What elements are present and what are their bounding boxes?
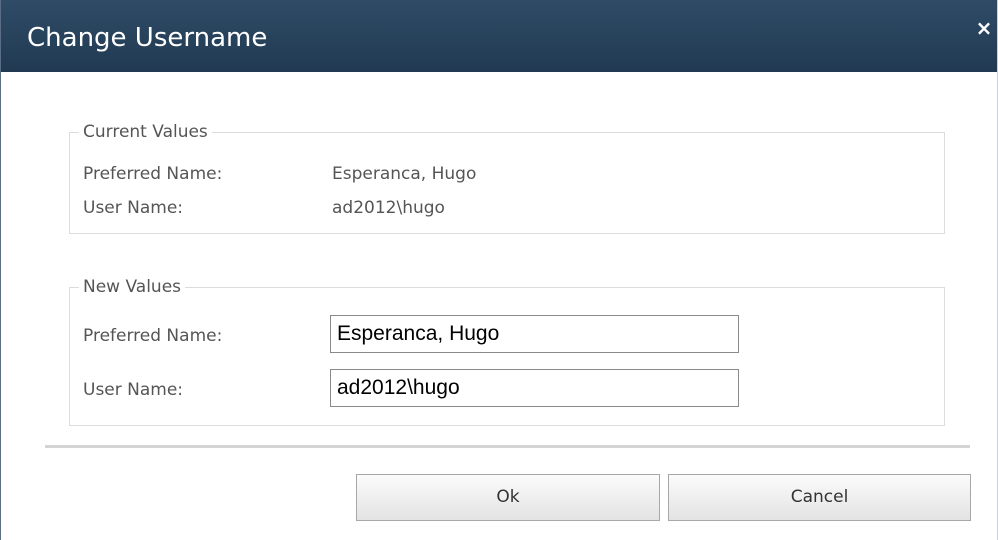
- footer-separator: [45, 445, 970, 448]
- cancel-button[interactable]: Cancel: [668, 474, 971, 521]
- new-user-name-label: User Name:: [83, 380, 184, 400]
- dialog-titlebar: Change Username ×: [1, 0, 997, 72]
- current-preferred-name-label: Preferred Name:: [83, 164, 223, 184]
- current-user-name-label: User Name:: [83, 198, 184, 218]
- ok-button[interactable]: Ok: [356, 474, 660, 521]
- close-icon[interactable]: ×: [972, 16, 996, 40]
- preferred-name-input[interactable]: [330, 315, 739, 353]
- change-username-dialog: Change Username × Current Values Preferr…: [0, 0, 998, 540]
- dialog-title: Change Username: [27, 23, 268, 53]
- current-preferred-name-value: Esperanca, Hugo: [332, 164, 477, 184]
- user-name-input[interactable]: [330, 369, 739, 407]
- current-values-legend: Current Values: [83, 122, 208, 142]
- new-values-legend: New Values: [83, 277, 182, 297]
- new-preferred-name-label: Preferred Name:: [83, 326, 223, 346]
- current-user-name-value: ad2012\hugo: [332, 198, 445, 218]
